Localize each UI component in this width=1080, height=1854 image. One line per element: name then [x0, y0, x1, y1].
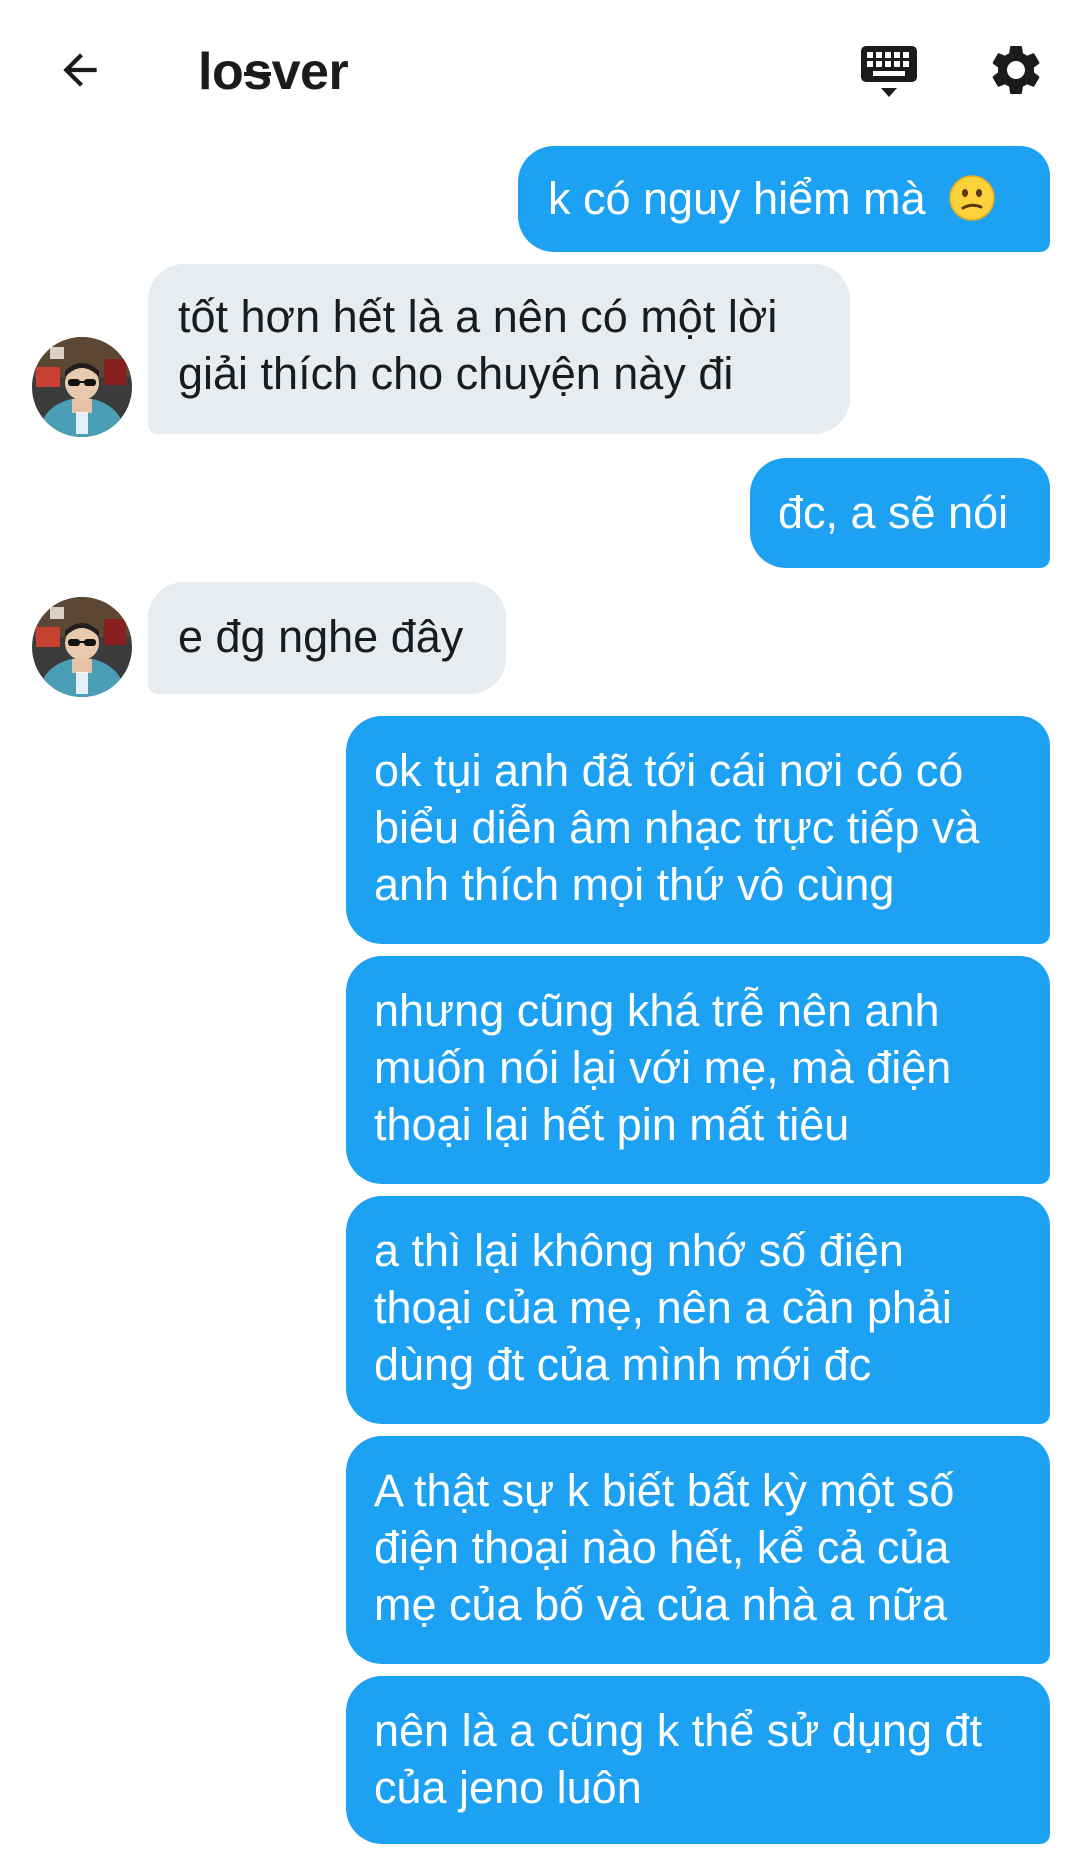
confused-face-emoji: [949, 175, 995, 221]
message-line: nhưng cũng khá trễ nên anh: [374, 985, 940, 1036]
message-line: mẹ của bố và của nhà a nữa: [374, 1579, 948, 1630]
message-bubble-outgoing[interactable]: đc, a sẽ nói: [750, 458, 1050, 568]
message-bubble-outgoing[interactable]: nhưng cũng khá trễ nên anh muốn nói lại …: [346, 956, 1050, 1184]
message-line: giải thích cho chuyện này đi: [178, 348, 734, 399]
message-line: thoại của mẹ, nên a cần phải: [374, 1282, 952, 1333]
message-bubble-incoming[interactable]: e đg nghe đây: [148, 582, 506, 694]
conversation-title: losver: [198, 43, 349, 101]
contact-avatar[interactable]: [32, 597, 132, 697]
message-bubble-outgoing[interactable]: nên là a cũng k thể sử dụng đt của jeno …: [346, 1676, 1050, 1844]
message-bubble-outgoing[interactable]: ok tụi anh đã tới cái nơi có có biểu diễ…: [346, 716, 1050, 944]
avatar-image: [32, 597, 132, 697]
settings-button[interactable]: [980, 30, 1052, 110]
message-bubble-outgoing[interactable]: k có nguy hiểm mà: [518, 146, 1050, 252]
message-line: thoại lại hết pin mất tiêu: [374, 1099, 850, 1150]
contact-avatar[interactable]: [32, 337, 132, 437]
message-text: e đg nghe đây: [178, 611, 464, 662]
keyboard-button[interactable]: [844, 34, 934, 110]
message-bubble-outgoing[interactable]: a thì lại không nhớ số điện thoại của mẹ…: [346, 1196, 1050, 1424]
keyboard-icon: [861, 46, 917, 97]
message-line: ok tụi anh đã tới cái nơi có có: [374, 745, 964, 796]
avatar-image: [32, 337, 132, 437]
message-line: dùng đt của mình mới đc: [374, 1339, 872, 1390]
message-bubble-incoming[interactable]: tốt hơn hết là a nên có một lời giải thí…: [148, 264, 850, 434]
message-line: tốt hơn hết là a nên có một lời: [178, 291, 778, 342]
message-line: của jeno luôn: [374, 1762, 642, 1813]
message-line: a thì lại không nhớ số điện: [374, 1225, 904, 1276]
message-line: biểu diễn âm nhạc trực tiếp và: [374, 802, 980, 853]
chat-header: losver: [0, 0, 1080, 140]
message-text: đc, a sẽ nói: [778, 487, 1009, 538]
message-text: k có nguy hiểm mà: [548, 173, 926, 224]
message-line: nên là a cũng k thể sử dụng đt: [374, 1705, 983, 1756]
back-button[interactable]: [40, 30, 120, 110]
arrow-left-icon: [63, 53, 97, 87]
chat-screen: losver k có nguy hiểm mà tốt hơn hết là …: [0, 0, 1080, 1854]
message-line: muốn nói lại với mẹ, mà điện: [374, 1042, 952, 1093]
gear-icon: [992, 45, 1040, 94]
message-line: điện thoại nào hết, kể cả của: [374, 1522, 950, 1573]
message-line: anh thích mọi thứ vô cùng: [374, 859, 895, 910]
message-bubble-outgoing[interactable]: A thật sự k biết bất kỳ một số điện thoạ…: [346, 1436, 1050, 1664]
title-strikethrough-letter: s: [243, 43, 272, 101]
message-line: A thật sự k biết bất kỳ một số: [374, 1465, 955, 1516]
